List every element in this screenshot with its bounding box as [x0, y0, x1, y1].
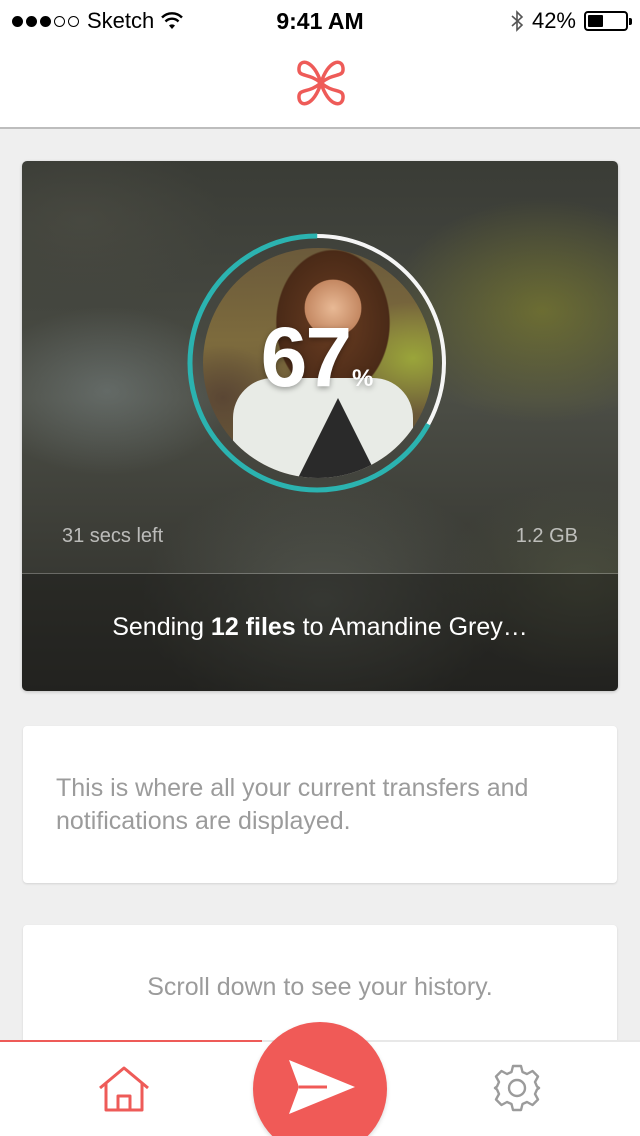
sending-count: 12 files: [210, 613, 296, 641]
notifications-info-card: This is where all your current transfers…: [23, 726, 617, 883]
battery-fill: [588, 15, 604, 27]
gear-icon[interactable]: [492, 1063, 542, 1113]
home-icon[interactable]: [94, 1064, 154, 1114]
status-bar: Sketch 9:41 AM 42%: [0, 0, 640, 40]
sending-recipient: to Amandine Grey…: [295, 613, 528, 641]
sending-status: Sending 12 files to Amandine Grey…: [22, 613, 618, 642]
progress-percent: 67%: [185, 309, 449, 406]
send-paper-plane-icon: [289, 1060, 355, 1114]
time-left: 31 secs left: [62, 525, 164, 547]
battery-icon: [584, 11, 632, 31]
bluetooth-icon: [511, 10, 524, 32]
notifications-info-text: This is where all your current transfers…: [56, 774, 529, 835]
progress-percent-sign: %: [352, 365, 374, 392]
nav-bar: [0, 40, 640, 129]
sending-prefix: Sending: [112, 613, 211, 641]
progress-percent-number: 67: [260, 310, 352, 404]
clover-logo-icon[interactable]: [290, 52, 352, 114]
transfer-card[interactable]: 67% 31 secs left 1.2 GB Sending 12 files…: [22, 161, 618, 691]
battery-percent: 42%: [531, 8, 576, 33]
status-right: 42%: [510, 8, 632, 34]
history-hint-text: Scroll down to see your history.: [147, 973, 493, 1001]
tab-active-indicator: [0, 1040, 262, 1042]
transfer-size: 1.2 GB: [515, 525, 578, 547]
